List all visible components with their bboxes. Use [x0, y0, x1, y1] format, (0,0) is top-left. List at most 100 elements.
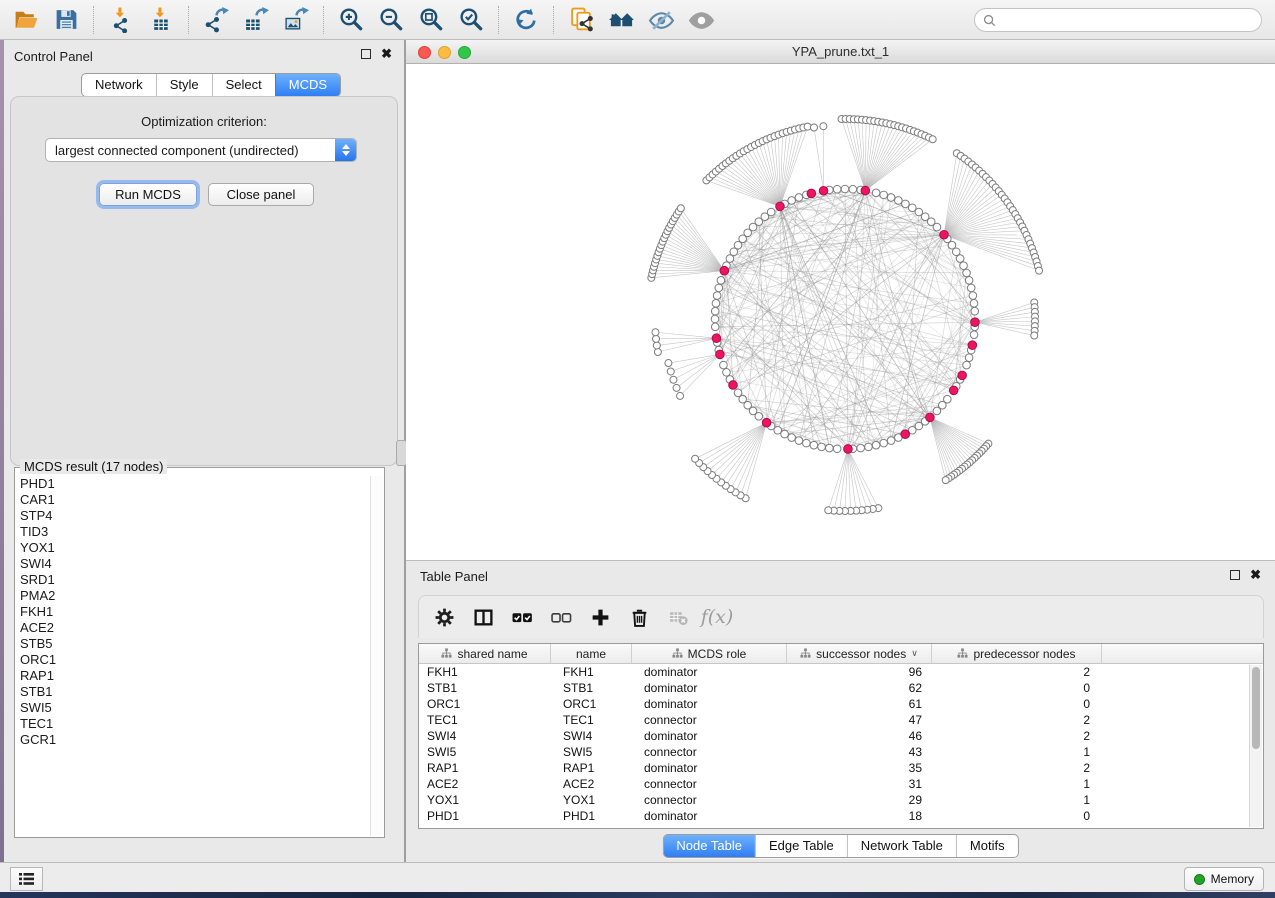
- graph-node[interactable]: [833, 185, 841, 193]
- import-table-button[interactable]: [141, 3, 181, 37]
- graph-node[interactable]: [804, 123, 811, 130]
- graph-node[interactable]: [933, 407, 941, 415]
- select-all-button[interactable]: [511, 606, 533, 628]
- graph-node[interactable]: [670, 376, 677, 383]
- mcds-result-item[interactable]: TEC1: [20, 716, 371, 732]
- mcds-result-item[interactable]: GCR1: [20, 732, 371, 748]
- graph-node[interactable]: [711, 315, 719, 323]
- table-row[interactable]: SWI4SWI4dominator462: [419, 728, 1263, 744]
- search-box[interactable]: [974, 8, 1262, 32]
- graph-node-mcds[interactable]: [819, 186, 828, 195]
- graph-node[interactable]: [841, 185, 849, 193]
- close-panel-icon[interactable]: ✖: [381, 49, 392, 59]
- float-panel-icon[interactable]: [361, 49, 371, 59]
- graph-node-mcds[interactable]: [776, 202, 785, 211]
- graph-node[interactable]: [865, 443, 873, 451]
- graph-node-mcds[interactable]: [958, 371, 967, 380]
- graph-node[interactable]: [1031, 332, 1038, 339]
- table-row[interactable]: FKH1FKH1dominator962: [419, 664, 1263, 680]
- graph-node[interactable]: [952, 248, 960, 256]
- graph-node[interactable]: [723, 369, 731, 377]
- graph-node[interactable]: [967, 284, 975, 292]
- graph-node[interactable]: [788, 434, 796, 442]
- graph-node[interactable]: [715, 284, 723, 292]
- float-table-panel-icon[interactable]: [1230, 570, 1240, 580]
- mcds-result-item[interactable]: TID3: [20, 524, 371, 540]
- graph-node[interactable]: [720, 361, 728, 369]
- graph-node[interactable]: [820, 123, 827, 130]
- network-graph[interactable]: [406, 64, 1275, 560]
- node-table[interactable]: shared namenameMCDS rolesuccessor nodes∨…: [418, 643, 1264, 829]
- graph-node[interactable]: [849, 185, 857, 193]
- graph-node[interactable]: [665, 360, 672, 367]
- graph-node[interactable]: [857, 444, 865, 452]
- deselect-all-button[interactable]: [550, 606, 572, 628]
- graph-node[interactable]: [965, 354, 973, 362]
- table-row[interactable]: ORC1ORC1dominator610: [419, 696, 1263, 712]
- graph-node[interactable]: [781, 430, 789, 438]
- import-public-network-button[interactable]: [561, 3, 601, 37]
- mcds-result-item[interactable]: YOX1: [20, 540, 371, 556]
- graph-node-mcds[interactable]: [807, 189, 816, 198]
- mcds-result-item[interactable]: RAP1: [20, 668, 371, 684]
- graph-node[interactable]: [872, 189, 880, 197]
- table-row[interactable]: TEC1TEC1connector472: [419, 712, 1263, 728]
- column-header-MCDS-role[interactable]: MCDS role: [632, 644, 787, 664]
- table-scrollbar-thumb[interactable]: [1252, 667, 1260, 749]
- close-panel-button[interactable]: Close panel: [208, 183, 314, 206]
- optimization-criterion-select[interactable]: largest connected component (undirected): [45, 138, 357, 162]
- tab-select[interactable]: Select: [212, 74, 275, 96]
- graph-node-mcds[interactable]: [729, 381, 738, 390]
- graph-node[interactable]: [818, 443, 826, 451]
- graph-node-mcds[interactable]: [844, 445, 853, 454]
- table-row[interactable]: PHD1PHD1dominator180: [419, 808, 1263, 824]
- mcds-result-item[interactable]: FKH1: [20, 604, 371, 620]
- show-panels-button[interactable]: [10, 867, 43, 891]
- graph-node-mcds[interactable]: [971, 318, 980, 327]
- columns-button[interactable]: [472, 606, 494, 628]
- graph-node[interactable]: [960, 262, 968, 270]
- graph-node[interactable]: [942, 477, 949, 484]
- save-session-button[interactable]: [46, 3, 86, 37]
- table-row[interactable]: SWI5SWI5connector431: [419, 744, 1263, 760]
- table-scrollbar[interactable]: [1249, 665, 1262, 827]
- column-header-predecessor-nodes[interactable]: predecessor nodes: [932, 644, 1102, 664]
- zoom-in-button[interactable]: [331, 3, 371, 37]
- graph-node[interactable]: [795, 194, 803, 202]
- graph-node[interactable]: [970, 300, 978, 308]
- table-row[interactable]: YOX1YOX1connector291: [419, 792, 1263, 808]
- column-header-name[interactable]: name: [551, 644, 632, 664]
- mcds-result-list[interactable]: PHD1CAR1STP4TID3YOX1SWI4SRD1PMA2FKH1ACE2…: [16, 476, 371, 836]
- graph-node[interactable]: [711, 323, 719, 331]
- tab-node-table[interactable]: Node Table: [663, 835, 755, 857]
- tab-motifs[interactable]: Motifs: [956, 835, 1018, 857]
- add-row-button[interactable]: [589, 606, 611, 628]
- export-network-button[interactable]: [196, 3, 236, 37]
- network-view[interactable]: [406, 64, 1275, 560]
- mcds-result-item[interactable]: STB5: [20, 636, 371, 652]
- graph-node[interactable]: [711, 307, 719, 315]
- graph-node[interactable]: [673, 384, 680, 391]
- close-table-panel-icon[interactable]: ✖: [1250, 570, 1261, 580]
- graph-node[interactable]: [887, 437, 895, 445]
- graph-node[interactable]: [677, 205, 684, 212]
- graph-node[interactable]: [717, 277, 725, 285]
- graph-node[interactable]: [826, 444, 834, 452]
- graph-node[interactable]: [970, 331, 978, 339]
- graph-node[interactable]: [833, 445, 841, 453]
- graph-node[interactable]: [963, 361, 971, 369]
- graph-node[interactable]: [963, 269, 971, 277]
- graph-node[interactable]: [956, 255, 964, 263]
- network-window-titlebar[interactable]: YPA_prune.txt_1: [406, 40, 1275, 64]
- export-table-button[interactable]: [236, 3, 276, 37]
- mcds-result-item[interactable]: SWI4: [20, 556, 371, 572]
- graph-node[interactable]: [872, 441, 880, 449]
- graph-node[interactable]: [734, 389, 742, 397]
- table-row[interactable]: STB1STB1dominator620: [419, 680, 1263, 696]
- graph-node[interactable]: [653, 342, 660, 349]
- graph-node-mcds[interactable]: [926, 413, 935, 422]
- zoom-out-button[interactable]: [371, 3, 411, 37]
- run-mcds-button[interactable]: Run MCDS: [99, 183, 197, 206]
- graph-node[interactable]: [654, 348, 661, 355]
- graph-node[interactable]: [726, 255, 734, 263]
